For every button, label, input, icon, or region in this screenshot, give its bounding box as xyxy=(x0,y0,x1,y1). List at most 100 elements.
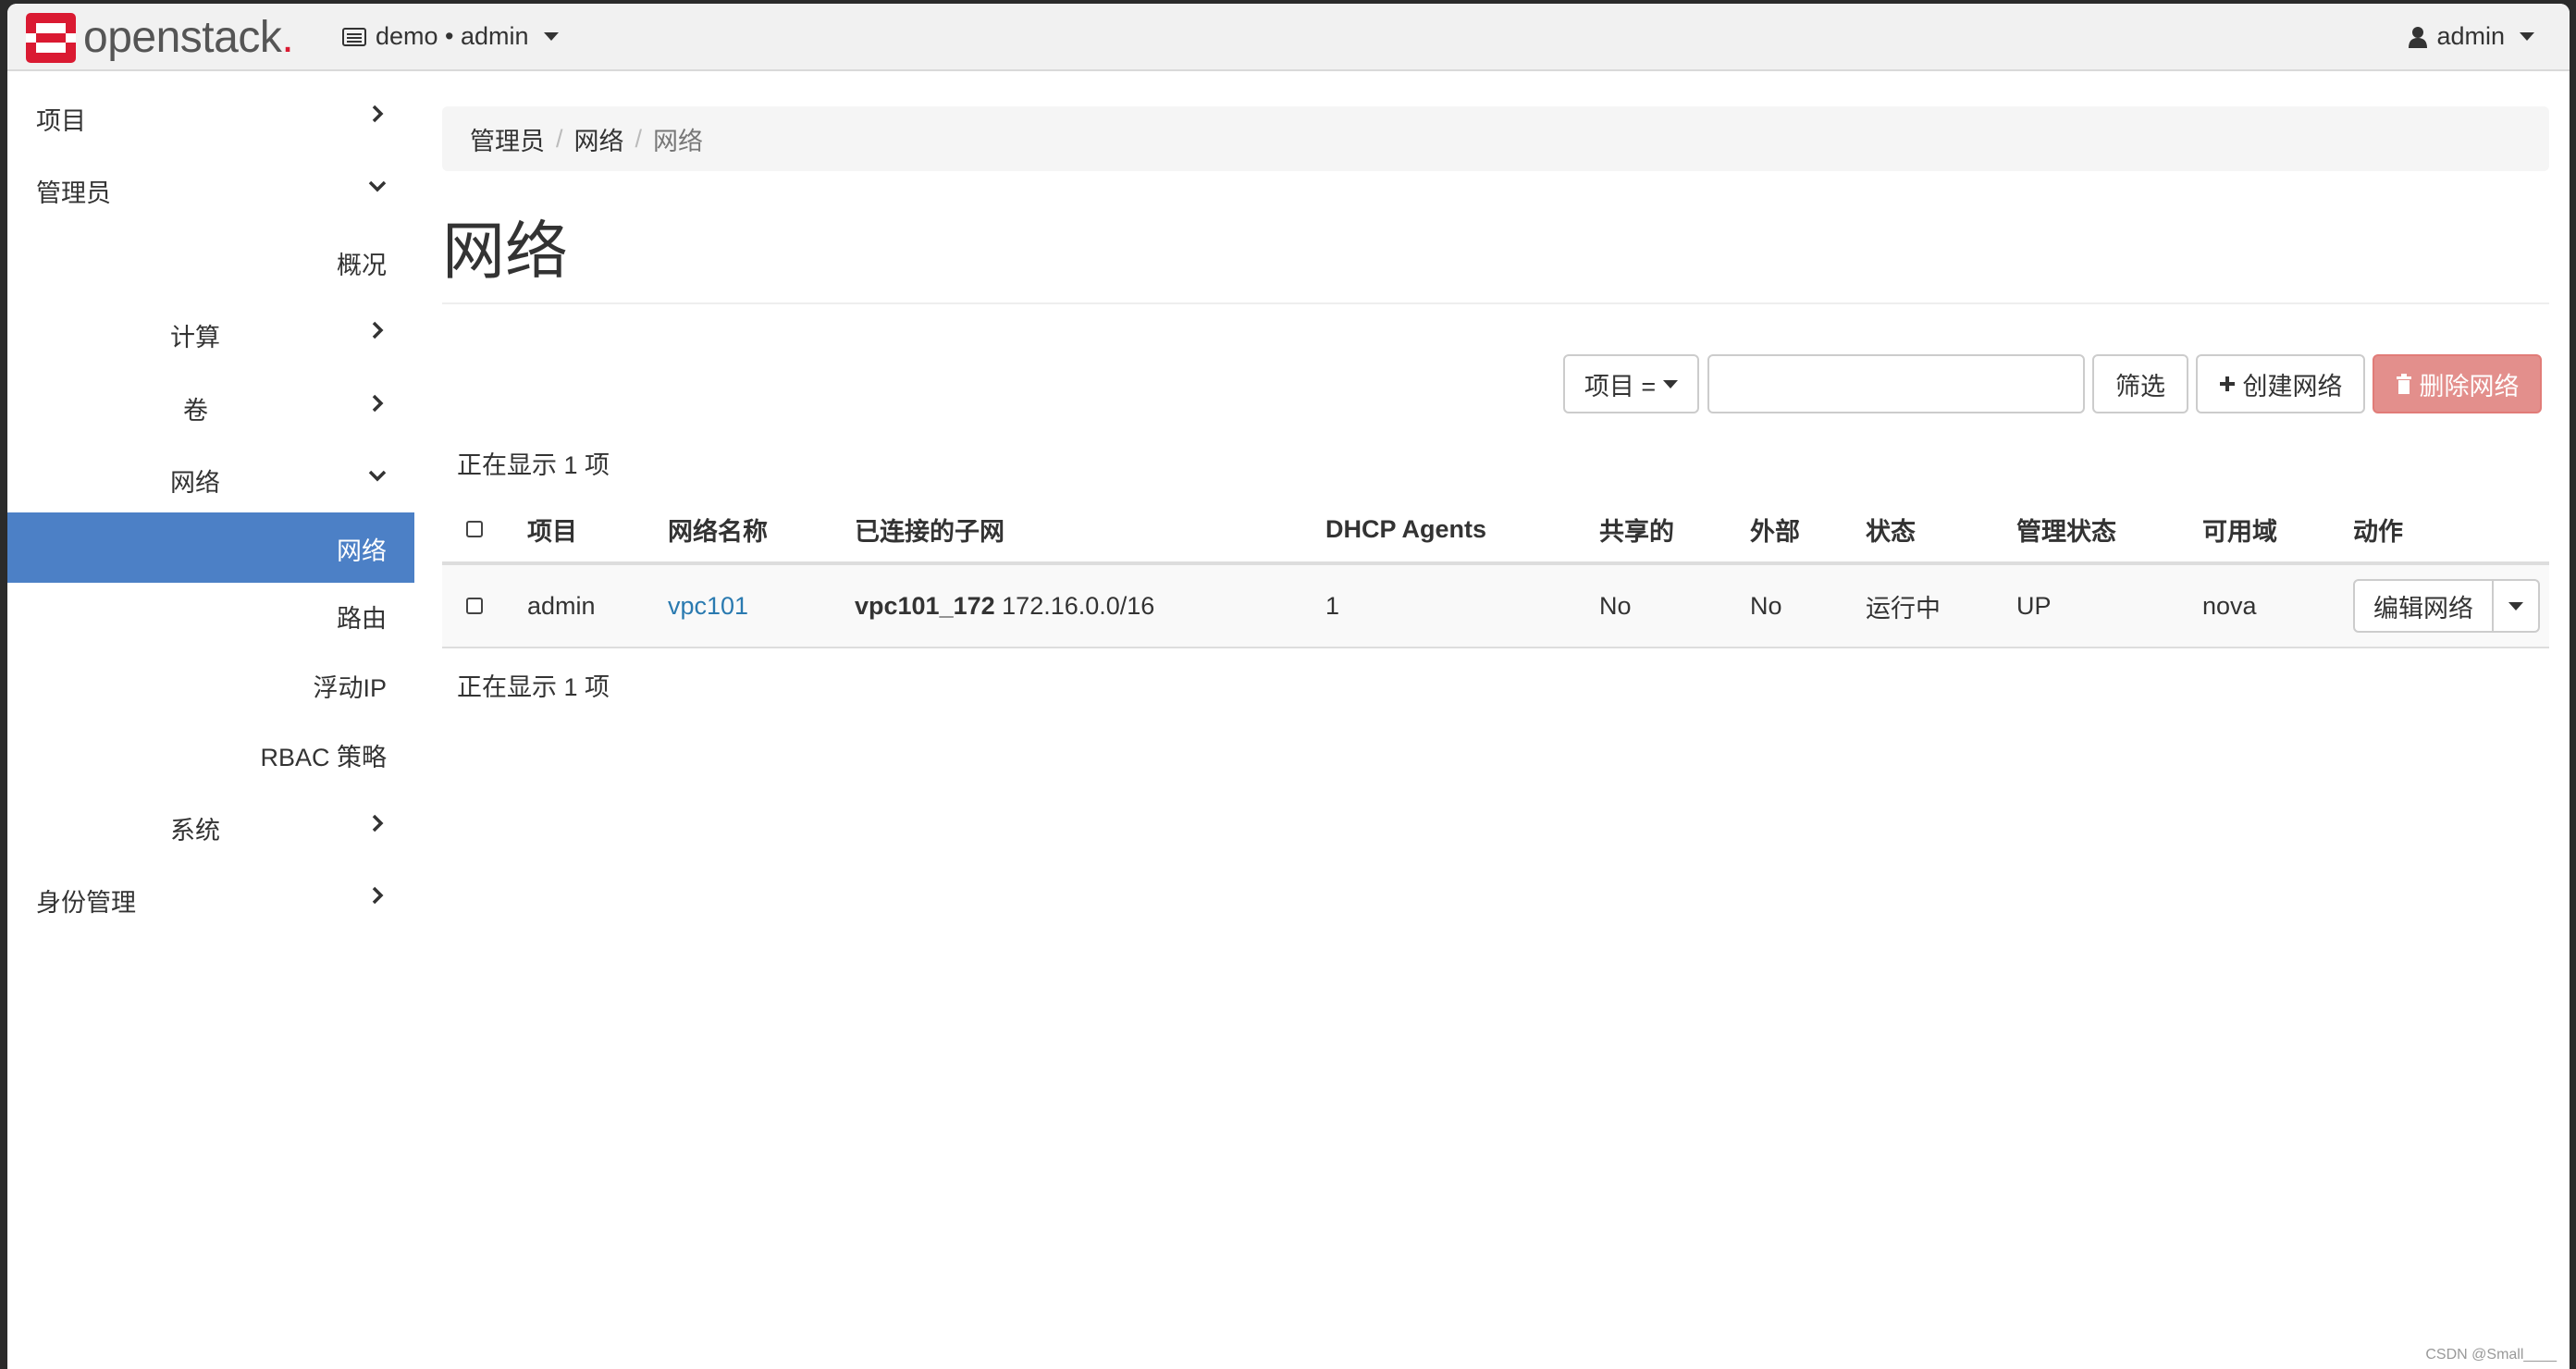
row-checkbox[interactable] xyxy=(466,597,483,614)
networks-table: 项目 网络名称 已连接的子网 DHCP Agents 共享的 外部 状态 管理状… xyxy=(442,497,2549,648)
chevron-down-icon xyxy=(1663,379,1679,388)
table-row: admin vpc101 vpc101_172 172.16.0.0/16 1 … xyxy=(442,563,2549,648)
filter-button[interactable]: 筛选 xyxy=(2092,354,2188,413)
col-header-network-name[interactable]: 网络名称 xyxy=(668,497,855,565)
col-header-availability-zone[interactable]: 可用域 xyxy=(2202,497,2353,565)
top-navbar: openstack. demo • admin admin xyxy=(7,4,2570,71)
sidebar-item-network-group[interactable]: 网络 xyxy=(7,462,414,500)
sidebar-item-label: 浮动IP xyxy=(313,674,387,702)
sidebar-item-label: 卷 xyxy=(183,397,208,425)
cell-admin-state: UP xyxy=(2016,563,2202,648)
user-menu[interactable]: admin xyxy=(2409,22,2534,51)
cell-availability-zone: nova xyxy=(2202,563,2353,648)
cell-network-name: vpc101 xyxy=(668,563,855,648)
row-actions-dropdown-toggle[interactable] xyxy=(2494,579,2540,633)
col-header-shared[interactable]: 共享的 xyxy=(1599,497,1750,565)
subnet-cidr: 172.16.0.0/16 xyxy=(1002,591,1155,620)
cell-dhcp-agents: 1 xyxy=(1325,563,1599,648)
sidebar-item-floating-ips[interactable]: 浮动IP xyxy=(7,668,414,705)
col-header-actions: 动作 xyxy=(2353,497,2549,565)
project-list-icon xyxy=(342,27,366,46)
sidebar: 项目 管理员 概况 计算 卷 网络 网络 路由 浮动IP RBAC 策略 系统 … xyxy=(7,71,414,1369)
sidebar-item-compute[interactable]: 计算 xyxy=(7,317,414,354)
delete-network-label: 删除网络 xyxy=(2419,372,2520,401)
sidebar-item-identity[interactable]: 身份管理 xyxy=(7,882,414,919)
openstack-logo-icon xyxy=(26,13,76,63)
project-context-label: demo • admin xyxy=(376,22,529,50)
plus-icon xyxy=(2219,376,2235,391)
sidebar-item-routers[interactable]: 路由 xyxy=(7,598,414,635)
create-network-label: 创建网络 xyxy=(2242,372,2343,401)
select-all-cell xyxy=(442,497,527,565)
sidebar-item-label: 项目 xyxy=(36,107,86,135)
edit-network-button[interactable]: 编辑网络 xyxy=(2353,579,2494,633)
filter-button-label: 筛选 xyxy=(2115,372,2165,401)
trash-icon xyxy=(2396,374,2411,394)
sidebar-item-label: 计算 xyxy=(170,324,220,352)
col-header-subnets[interactable]: 已连接的子网 xyxy=(855,497,1325,565)
sidebar-item-label: 路由 xyxy=(337,605,387,633)
project-context-dropdown[interactable]: demo • admin xyxy=(342,22,559,51)
sidebar-item-networks[interactable]: 网络 xyxy=(7,512,414,583)
col-header-dhcp-agents[interactable]: DHCP Agents xyxy=(1325,497,1599,565)
cell-actions: 编辑网络 xyxy=(2353,563,2549,648)
sidebar-item-label: 网络 xyxy=(170,469,220,497)
delete-network-button[interactable]: 删除网络 xyxy=(2373,354,2542,413)
user-name: admin xyxy=(2436,22,2505,50)
edit-network-label: 编辑网络 xyxy=(2373,594,2473,623)
breadcrumb-separator: / xyxy=(556,124,563,153)
col-header-admin-state[interactable]: 管理状态 xyxy=(2016,497,2202,565)
create-network-button[interactable]: 创建网络 xyxy=(2196,354,2365,413)
col-header-project[interactable]: 项目 xyxy=(527,497,668,565)
row-actions-group: 编辑网络 xyxy=(2353,579,2549,633)
filter-search-input[interactable] xyxy=(1707,354,2085,413)
sidebar-item-label: 网络 xyxy=(337,537,387,565)
breadcrumb-separator: / xyxy=(635,124,643,153)
sidebar-item-label: 管理员 xyxy=(36,179,111,207)
col-header-external[interactable]: 外部 xyxy=(1750,497,1866,565)
openstack-logo[interactable]: openstack. xyxy=(26,13,294,63)
item-count-bottom: 正在显示 1 项 xyxy=(457,673,610,701)
browser-window: openstack. demo • admin admin 项目 管理员 概况 … xyxy=(7,4,2570,1369)
cell-status: 运行中 xyxy=(1866,563,2016,648)
chevron-down-icon xyxy=(2520,32,2534,41)
col-header-status[interactable]: 状态 xyxy=(1866,497,2016,565)
breadcrumb-current: 网络 xyxy=(653,127,704,155)
filter-field-dropdown[interactable]: 项目 = xyxy=(1563,354,1699,413)
chevron-right-icon xyxy=(372,105,384,123)
watermark: CSDN @Small____ xyxy=(2425,1347,2557,1363)
chevron-right-icon xyxy=(372,886,384,905)
chevron-right-icon xyxy=(372,394,384,413)
sidebar-item-project[interactable]: 项目 xyxy=(7,101,414,138)
table-header-row: 项目 网络名称 已连接的子网 DHCP Agents 共享的 外部 状态 管理状… xyxy=(442,497,2549,565)
breadcrumb: 管理员 / 网络 / 网络 xyxy=(442,106,2549,171)
chevron-right-icon xyxy=(372,321,384,339)
chevron-down-icon xyxy=(2508,601,2523,610)
sidebar-item-label: RBAC 策略 xyxy=(260,744,387,771)
sidebar-item-label: 概况 xyxy=(337,252,387,279)
sidebar-item-overview[interactable]: 概况 xyxy=(7,245,414,282)
sidebar-item-admin[interactable]: 管理员 xyxy=(7,173,414,210)
filter-field-label: 项目 = xyxy=(1584,372,1657,401)
sidebar-item-label: 身份管理 xyxy=(36,889,136,917)
brand-name: openstack. xyxy=(83,13,294,62)
chevron-down-icon xyxy=(368,470,387,482)
item-count-top: 正在显示 1 项 xyxy=(457,451,610,479)
cell-project: admin xyxy=(527,563,668,648)
select-all-checkbox[interactable] xyxy=(466,520,483,537)
sidebar-item-volumes[interactable]: 卷 xyxy=(7,390,414,427)
divider xyxy=(442,302,2549,304)
sidebar-item-rbac[interactable]: RBAC 策略 xyxy=(7,737,414,774)
sidebar-item-system[interactable]: 系统 xyxy=(7,810,414,847)
chevron-down-icon xyxy=(543,32,559,41)
subnet-name: vpc101_172 xyxy=(855,591,995,620)
sidebar-item-label: 系统 xyxy=(170,817,220,845)
page-title: 网络 xyxy=(442,216,569,287)
breadcrumb-network[interactable]: 网络 xyxy=(574,121,624,157)
network-name-link[interactable]: vpc101 xyxy=(668,592,748,620)
cell-subnets: vpc101_172 172.16.0.0/16 xyxy=(855,563,1325,648)
user-icon xyxy=(2409,26,2428,48)
breadcrumb-admin[interactable]: 管理员 xyxy=(470,121,545,157)
chevron-down-icon xyxy=(368,180,387,192)
cell-shared: No xyxy=(1599,563,1750,648)
